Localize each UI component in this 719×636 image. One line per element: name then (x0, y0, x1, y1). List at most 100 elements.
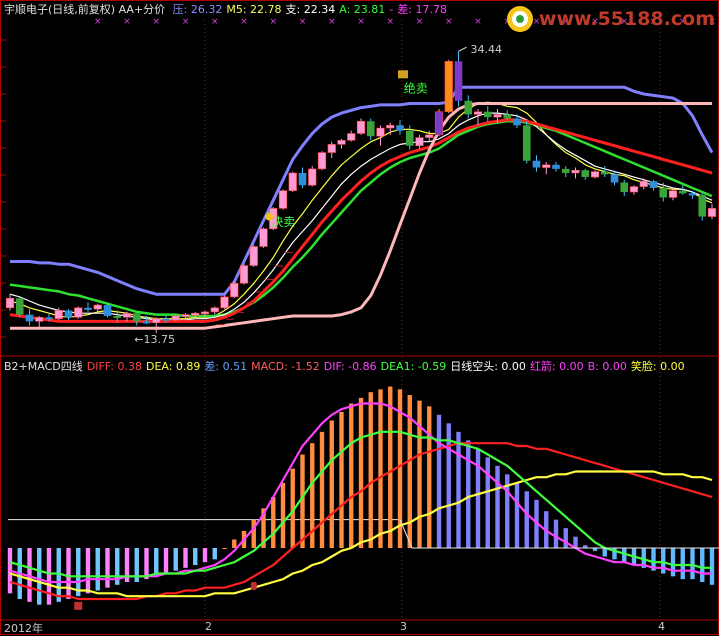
candle-69 (678, 190, 687, 194)
macd-bar-46 (456, 431, 461, 548)
candle-66 (649, 181, 658, 188)
macd-bar-71 (700, 548, 705, 582)
macd-bar-72 (709, 548, 715, 585)
candle-70 (688, 193, 697, 196)
macd-bar-47 (466, 440, 471, 548)
macd-bar-32 (319, 431, 325, 548)
macd-bar-52 (514, 482, 520, 548)
candle-40 (396, 125, 404, 131)
candle-38 (376, 127, 385, 137)
macd-bar-15 (154, 548, 159, 577)
macd-bar-37 (368, 392, 373, 548)
macd-bar-21 (212, 548, 217, 560)
macd-header-value-4: MACD: -1.52 (251, 360, 320, 373)
candle-53 (522, 125, 531, 161)
macd-bar-10 (105, 548, 110, 588)
marker-x: × (357, 17, 365, 27)
macd-bar-8 (85, 548, 91, 594)
macd-bar-38 (378, 389, 383, 548)
macd-bar-23 (232, 539, 237, 548)
macd-bar-6 (66, 548, 71, 599)
candle-63 (620, 182, 629, 193)
candle-6 (64, 310, 73, 318)
macd-bar-70 (690, 548, 695, 580)
macd-header-value-5: DIF: -0.86 (323, 360, 377, 373)
candle-28 (278, 190, 288, 209)
candle-9 (93, 304, 102, 310)
macd-bar-57 (563, 528, 568, 548)
candle-47 (464, 100, 473, 115)
macd-signal-mark-2 (250, 582, 257, 590)
candle-64 (629, 186, 639, 193)
candle-14 (142, 321, 151, 324)
date-label-2: 3 (400, 620, 407, 633)
candle-22 (220, 296, 229, 309)
header-value-3: A: 23.81 (339, 3, 386, 16)
candle-31 (308, 168, 317, 186)
watermark: www.55188.com (505, 4, 715, 34)
candle-18 (181, 314, 190, 317)
candle-26 (259, 228, 268, 247)
candle-68 (668, 190, 678, 198)
macd-bar-49 (485, 457, 490, 548)
macd-bar-42 (417, 400, 422, 548)
macd-header-value-1: DIFF: 0.38 (86, 360, 142, 373)
candle-59 (581, 170, 590, 178)
candle-52 (513, 118, 521, 126)
macd-bar-25 (251, 519, 256, 548)
macd-header-value-9: B: 0.00 (587, 360, 627, 373)
marker-x: × (416, 17, 424, 27)
chart-stage: × × × × × × × × × × × × × × × × × × × × × × 34.44←13.75绝卖决卖 (0, 0, 719, 635)
sell-signal-figure-icon (265, 212, 274, 221)
candle-12 (122, 312, 132, 318)
macd-header: B2+MACD四线 DIFF: 0.38 DEA: 0.89 差: 0.51 MACD:… (4, 359, 693, 375)
date-label-3: 4 (658, 620, 665, 633)
candle-4 (45, 317, 53, 320)
candle-50 (493, 114, 502, 118)
date-label-1: 2 (205, 620, 212, 633)
candle-24 (239, 265, 249, 284)
candle-67 (659, 187, 668, 198)
macd-header-value-3: 差: 0.51 (204, 360, 248, 373)
macd-bar-69 (680, 548, 685, 580)
macd-bar-43 (427, 406, 432, 548)
macd-bar-50 (495, 465, 500, 548)
macd-bar-14 (144, 548, 149, 580)
candle-42 (415, 137, 424, 147)
candle-48 (473, 111, 483, 115)
candle-58 (571, 169, 580, 174)
marker-x: × (211, 17, 219, 27)
candle-46 (454, 61, 463, 101)
macd-bar-9 (95, 548, 100, 591)
candle-51 (503, 114, 512, 119)
macd-bar-3 (37, 548, 42, 605)
macd-bar-22 (222, 548, 227, 549)
candle-71 (698, 194, 707, 217)
marker-x: × (182, 17, 190, 27)
candle-34 (337, 139, 346, 145)
candle-0 (5, 297, 15, 309)
candle-60 (590, 171, 600, 178)
macd-bar-34 (339, 412, 344, 548)
macd-header-value-2: DEA: 0.89 (145, 360, 201, 373)
candle-55 (542, 164, 551, 168)
macd-bar-45 (446, 423, 451, 548)
candle-54 (532, 160, 541, 168)
header-value-4: 差: 17.78 (397, 3, 447, 16)
macd-bar-28 (280, 482, 286, 548)
date-label-0: 2012年 (4, 622, 43, 635)
macd-header-value-7: 日线空头: 0.00 (450, 360, 526, 373)
macd-bar-30 (300, 454, 305, 548)
candle-72 (707, 208, 717, 217)
candle-45 (444, 61, 453, 113)
candle-25 (249, 246, 258, 266)
candle-10 (103, 305, 112, 316)
marker-x: × (240, 17, 248, 27)
header-value-0: 压: 26.32 (172, 3, 223, 16)
candle-5 (54, 310, 63, 319)
candle-57 (561, 168, 570, 173)
candle-36 (356, 120, 366, 134)
candle-41 (405, 130, 414, 146)
macd-header-value-6: DEA1: -0.59 (380, 360, 447, 373)
macd-bar-20 (202, 548, 208, 563)
